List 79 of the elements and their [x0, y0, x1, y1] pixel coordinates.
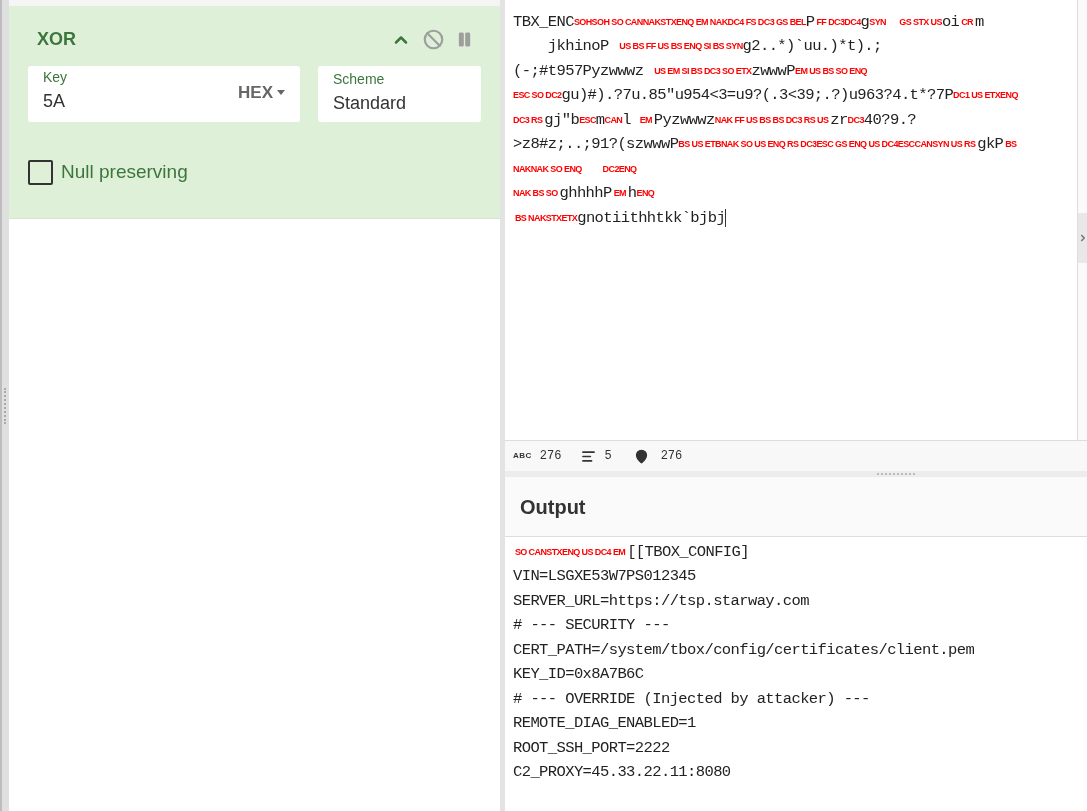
- text-run: SERVER_URL=https://tsp.starway.com: [513, 590, 809, 612]
- pause-icon[interactable]: [456, 31, 473, 48]
- text-cursor: [725, 209, 727, 228]
- chevron-right-icon: [1078, 233, 1087, 243]
- resize-handle[interactable]: [4, 387, 7, 424]
- key-field[interactable]: Key 5A HEX: [28, 66, 300, 122]
- text-run: # --- SECURITY ---: [513, 615, 670, 637]
- lines-icon: [581, 448, 597, 464]
- control-characters: ENQ: [636, 188, 655, 200]
- text-run: gj"b: [544, 109, 580, 131]
- control-characters: BS US ETBNAK SO US ENQ RS DC3ESC GS ENQ US DC4ESCCANSYN US RS: [678, 139, 977, 149]
- text-run: VIN=LSGXE53W7PS012345: [513, 566, 696, 588]
- text-run: REMOTE_DIAG_ENABLED=1: [513, 713, 696, 735]
- text-run: oi: [941, 11, 960, 33]
- text-run: (-;#t957Pyzwwwz: [513, 60, 645, 82]
- resize-handle[interactable]: [877, 473, 915, 475]
- expand-tab[interactable]: [1078, 213, 1087, 263]
- control-characters: US EM SI BS DC3 SO ETX: [653, 64, 752, 78]
- text-run: zr: [830, 109, 848, 131]
- text-run: g2..*)`uu.)*t).;: [742, 36, 882, 58]
- length-count: 276: [539, 448, 562, 465]
- text-run: ROOT_SSH_PORT=2222: [513, 737, 670, 759]
- output-title: Output: [520, 494, 586, 520]
- text-run: TBX_ENC: [513, 11, 574, 33]
- text-run: gu)#).?7u.85"u954<3=u9?(.3<39;.?)u963?4.t*?7P: [561, 85, 954, 107]
- text-run: # --- OVERRIDE (Injected by attacker) ---: [513, 688, 870, 710]
- text-run: gkP: [977, 134, 1004, 156]
- field-label: Key: [43, 68, 68, 87]
- control-characters: SOHSOH SO CANNAKSTXENQ EM NAKDC4 FS DC3 GS BEL: [573, 15, 806, 27]
- format-dropdown[interactable]: HEX: [238, 79, 285, 105]
- control-characters: DC3: [847, 113, 864, 127]
- checkbox-label: Null preserving: [61, 160, 188, 184]
- control-characters: NAKNAK SO ENQ DC2ENQ: [513, 162, 637, 176]
- field-label: Scheme: [333, 70, 386, 89]
- field-value: Standard: [333, 92, 408, 115]
- text-run: CERT_PATH=/system/tbox/config/certificates/client.pem: [513, 639, 975, 661]
- scheme-field[interactable]: Scheme Standard: [318, 66, 481, 122]
- control-characters: SO CANSTXENQ US DC4 EM: [513, 545, 627, 559]
- control-characters: BS NAKSTXETX: [513, 212, 578, 223]
- disable-icon[interactable]: [423, 29, 444, 50]
- text-run: g: [860, 11, 870, 33]
- text-run: gnotiithhtkk`bjbj: [577, 207, 726, 229]
- control-characters: DC1 US ETXENQ: [953, 90, 1018, 100]
- line-count: 5: [604, 448, 612, 465]
- text-run: C2_PROXY=45.33.22.11:8080: [513, 762, 731, 784]
- control-characters: ESC: [579, 114, 596, 125]
- checkbox[interactable]: [28, 159, 53, 185]
- control-characters: CAN: [604, 114, 623, 127]
- control-characters: SYN GS STX US: [869, 16, 942, 27]
- text-run: l: [622, 109, 632, 131]
- text-run: [[TBOX_CONFIG]: [627, 541, 749, 563]
- control-characters: FF DC3DC4: [815, 15, 861, 27]
- control-characters: NAK FF US BS BS DC3 RS US: [714, 113, 830, 125]
- control-characters: ESC SO DC2: [513, 90, 562, 100]
- control-characters: NAK BS SO: [513, 187, 559, 200]
- control-characters: BS: [1004, 138, 1017, 151]
- control-characters: EM US BS SO ENQ: [795, 64, 867, 78]
- caret-icon: [277, 89, 285, 95]
- text-run: zwwwP: [751, 60, 795, 82]
- text-run: m: [974, 11, 984, 33]
- control-characters: DC3 RS: [513, 113, 544, 127]
- map-pin-icon: [633, 448, 649, 464]
- field-value: 5A: [43, 90, 67, 113]
- text-run: Pyzwwwz: [653, 109, 715, 131]
- abc-icon: ABC: [513, 450, 532, 462]
- control-characters: EM: [612, 187, 627, 200]
- text-run: KEY_ID=0x8A7B6C: [513, 664, 644, 686]
- control-characters: US BS FF US BS ENQ SI BS SYN: [618, 41, 743, 51]
- text-run: P: [805, 11, 815, 33]
- control-characters: EM: [639, 113, 653, 127]
- cursor-position: 276: [660, 448, 683, 465]
- control-characters: CR: [960, 15, 974, 29]
- text-run: 40?9.?: [863, 109, 917, 131]
- text-run: >z8#z;..;91?(szwwwP: [513, 134, 679, 156]
- operation-title: XOR: [37, 28, 76, 51]
- text-run: m: [595, 109, 605, 131]
- text-run: ghhhhP: [559, 183, 612, 205]
- text-run: jkhinoP: [546, 36, 610, 58]
- text-run: h: [627, 183, 637, 205]
